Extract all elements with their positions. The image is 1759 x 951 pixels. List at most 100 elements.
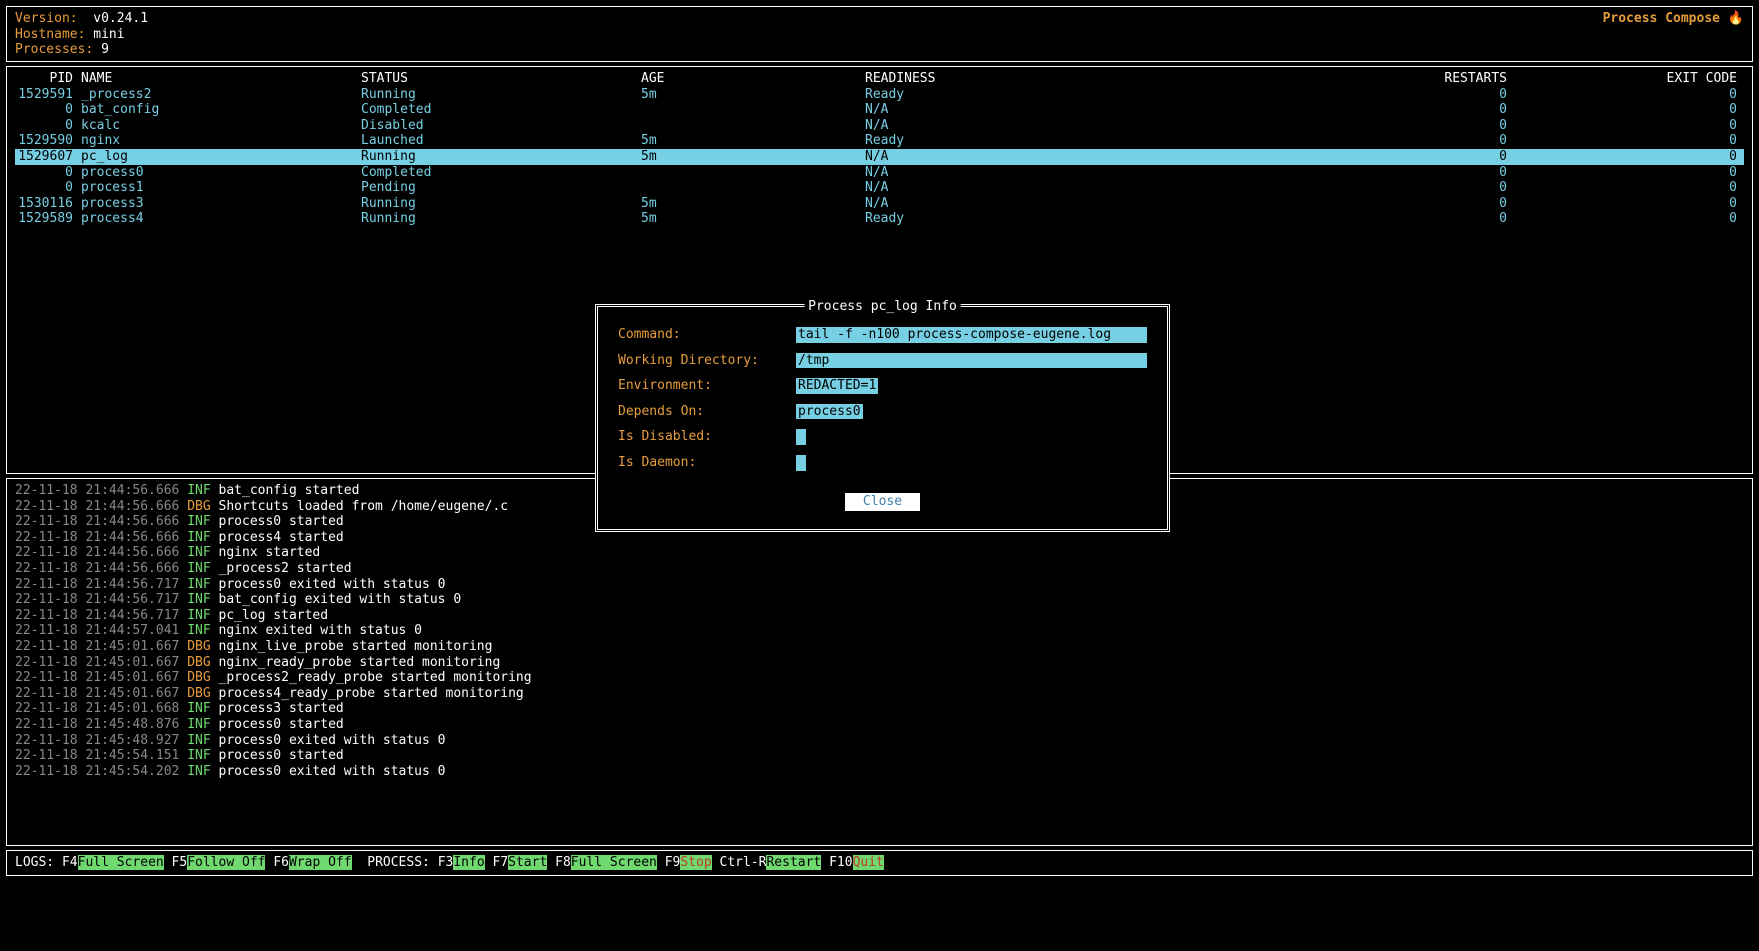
log-level: INF — [187, 514, 210, 529]
table-row[interactable]: 0process1PendingN/A00 — [15, 180, 1744, 196]
table-row[interactable]: 1529589process4Running5mReady00 — [15, 211, 1744, 227]
hotkey-action[interactable]: Stop — [680, 855, 711, 870]
modal-row: Is Disabled: — [618, 429, 1147, 445]
hotkey-key: F6 — [273, 855, 289, 870]
cell-age — [641, 165, 865, 181]
cell-status: Launched — [361, 133, 641, 149]
log-timestamp: 22-11-18 21:45:48.876 — [15, 717, 179, 732]
cell-exit: 0 — [1515, 133, 1745, 149]
process-info-modal: Process pc_log Info Command:tail -f -n10… — [595, 304, 1170, 532]
cell-pid: 0 — [15, 118, 81, 134]
log-message: pc_log started — [219, 608, 329, 623]
table-row[interactable]: 1529591_process2Running5mReady00 — [15, 87, 1744, 103]
hotkey-key: F10 — [829, 855, 852, 870]
log-timestamp: 22-11-18 21:45:48.927 — [15, 733, 179, 748]
hotkey-action[interactable]: Follow Off — [187, 855, 265, 870]
col-readiness[interactable]: READINESS — [865, 71, 1345, 87]
table-header: PID NAME STATUS AGE READINESS RESTARTS E… — [15, 71, 1744, 87]
log-timestamp: 22-11-18 21:45:54.202 — [15, 764, 179, 779]
cell-exit: 0 — [1515, 149, 1745, 165]
cell-exit: 0 — [1515, 180, 1745, 196]
footer-panel: LOGS: F4Full Screen F5Follow Off F6Wrap … — [6, 850, 1753, 876]
col-status[interactable]: STATUS — [361, 71, 641, 87]
cell-readiness: Ready — [865, 87, 1345, 103]
hotkey-key: Ctrl-R — [720, 855, 767, 870]
log-line: 22-11-18 21:45:01.667 DBG nginx_live_pro… — [15, 639, 1744, 655]
log-timestamp: 22-11-18 21:44:57.041 — [15, 623, 179, 638]
cell-restarts: 0 — [1345, 102, 1515, 118]
log-level: INF — [187, 608, 210, 623]
header-panel: Version: v0.24.1 Hostname: mini Processe… — [6, 6, 1753, 62]
log-message: process4_ready_probe started monitoring — [219, 686, 524, 701]
log-timestamp: 22-11-18 21:45:54.151 — [15, 748, 179, 763]
hotkey-action[interactable]: Restart — [766, 855, 821, 870]
log-message: process0 exited with status 0 — [219, 764, 446, 779]
cell-pid: 0 — [15, 165, 81, 181]
cell-exit: 0 — [1515, 102, 1745, 118]
cell-pid: 1529590 — [15, 133, 81, 149]
log-message: nginx_ready_probe started monitoring — [219, 655, 501, 670]
modal-row: Command:tail -f -n100 process-compose-eu… — [618, 327, 1147, 343]
hotkey-key: F8 — [555, 855, 571, 870]
hotkey-action[interactable]: Quit — [853, 855, 884, 870]
cell-name: process4 — [81, 211, 361, 227]
cell-readiness: N/A — [865, 118, 1345, 134]
hotkey-action[interactable]: Wrap Off — [289, 855, 352, 870]
modal-value: REDACTED=1 — [796, 378, 878, 394]
table-row[interactable]: 1530116process3Running5mN/A00 — [15, 196, 1744, 212]
log-line: 22-11-18 21:44:56.666 INF _process2 star… — [15, 561, 1744, 577]
hotkey-key: F3 — [438, 855, 454, 870]
modal-checkbox — [796, 455, 806, 471]
col-pid[interactable]: PID — [15, 71, 81, 87]
log-timestamp: 22-11-18 21:45:01.667 — [15, 639, 179, 654]
table-row[interactable]: 1529607pc_logRunning5mN/A00 — [15, 149, 1744, 165]
cell-exit: 0 — [1515, 87, 1745, 103]
modal-label: Is Daemon: — [618, 455, 796, 471]
table-row[interactable]: 0process0CompletedN/A00 — [15, 165, 1744, 181]
log-timestamp: 22-11-18 21:45:01.667 — [15, 670, 179, 685]
log-message: nginx_live_probe started monitoring — [219, 639, 493, 654]
log-line: 22-11-18 21:44:56.666 INF nginx started — [15, 545, 1744, 561]
cell-name: process3 — [81, 196, 361, 212]
hotkey-action[interactable]: Info — [453, 855, 484, 870]
hotkey-action[interactable]: Start — [508, 855, 547, 870]
cell-restarts: 0 — [1345, 196, 1515, 212]
log-message: process0 started — [219, 748, 344, 763]
modal-label: Command: — [618, 327, 796, 343]
table-row[interactable]: 0kcalcDisabledN/A00 — [15, 118, 1744, 134]
log-timestamp: 22-11-18 21:44:56.717 — [15, 592, 179, 607]
log-message: bat_config started — [219, 483, 360, 498]
col-age[interactable]: AGE — [641, 71, 865, 87]
log-timestamp: 22-11-18 21:44:56.666 — [15, 483, 179, 498]
col-exit[interactable]: EXIT CODE — [1515, 71, 1745, 87]
table-row[interactable]: 1529590nginxLaunched5mReady00 — [15, 133, 1744, 149]
log-message: Shortcuts loaded from /home/eugene/.c — [219, 499, 509, 514]
log-message: process0 exited with status 0 — [219, 577, 446, 592]
cell-restarts: 0 — [1345, 133, 1515, 149]
col-restarts[interactable]: RESTARTS — [1345, 71, 1515, 87]
close-button[interactable]: Close — [845, 493, 920, 511]
version-label: Version: — [15, 11, 93, 26]
cell-status: Running — [361, 87, 641, 103]
cell-pid: 1530116 — [15, 196, 81, 212]
cell-status: Running — [361, 196, 641, 212]
hotkey-action[interactable]: Full Screen — [78, 855, 164, 870]
log-message: nginx started — [219, 545, 321, 560]
hotkey-key: F9 — [665, 855, 681, 870]
log-level: DBG — [187, 686, 210, 701]
hotkey-action[interactable]: Full Screen — [571, 855, 657, 870]
log-line: 22-11-18 21:45:54.202 INF process0 exite… — [15, 764, 1744, 780]
log-timestamp: 22-11-18 21:45:01.667 — [15, 686, 179, 701]
log-message: nginx exited with status 0 — [219, 623, 423, 638]
processes-value: 9 — [101, 42, 109, 57]
col-name[interactable]: NAME — [81, 71, 361, 87]
hotkey-key: F7 — [493, 855, 509, 870]
cell-exit: 0 — [1515, 196, 1745, 212]
cell-readiness: Ready — [865, 133, 1345, 149]
log-level: DBG — [187, 499, 210, 514]
cell-status: Completed — [361, 102, 641, 118]
cell-name: kcalc — [81, 118, 361, 134]
cell-exit: 0 — [1515, 211, 1745, 227]
table-row[interactable]: 0bat_configCompletedN/A00 — [15, 102, 1744, 118]
log-panel[interactable]: 22-11-18 21:44:56.666 INF bat_config sta… — [6, 478, 1753, 846]
